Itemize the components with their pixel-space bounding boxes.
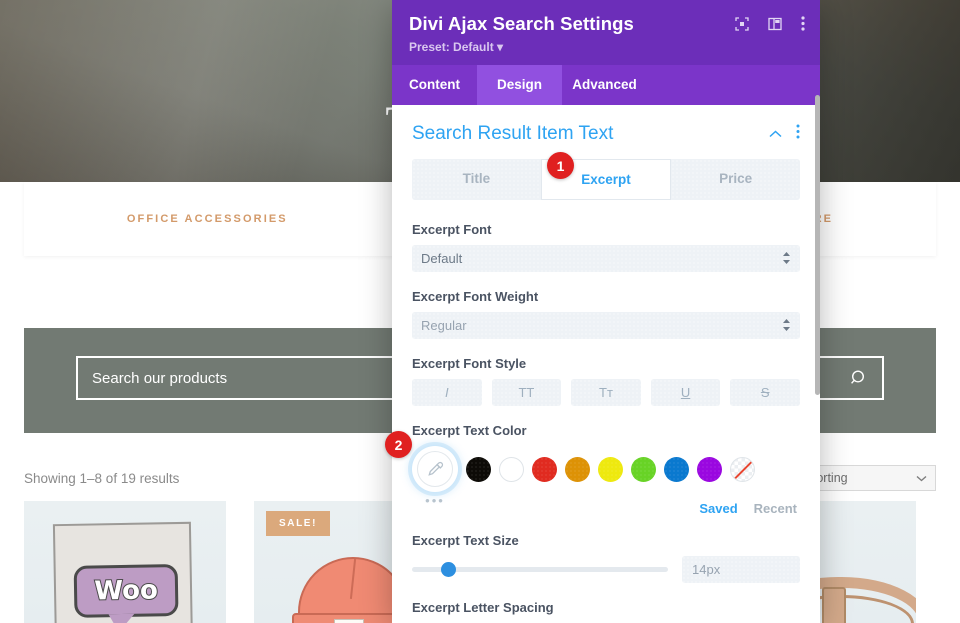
underline-icon[interactable]: U <box>650 379 721 406</box>
excerpt-font-weight-select[interactable]: Regular <box>412 312 800 339</box>
strikethrough-icon[interactable]: S <box>730 379 800 406</box>
swatch-red[interactable] <box>532 456 557 482</box>
more-vertical-icon[interactable] <box>801 16 805 31</box>
tab-advanced[interactable]: Advanced <box>562 65 647 105</box>
more-vertical-icon[interactable] <box>796 124 800 144</box>
section-header-actions <box>769 124 800 144</box>
chevron-down-icon <box>916 471 927 485</box>
woo-bubble-tail <box>108 613 135 623</box>
excerpt-font-field: Excerpt Font Default <box>412 222 800 272</box>
section-title: Search Result Item Text <box>412 123 614 144</box>
beanie-label <box>334 619 364 623</box>
excerpt-font-label: Excerpt Font <box>412 222 492 237</box>
updown-arrows-icon <box>782 318 791 334</box>
recent-colors-tab[interactable]: Recent <box>754 501 797 516</box>
swatch-black[interactable] <box>466 456 491 482</box>
modal-scrollbar[interactable] <box>815 95 820 395</box>
woo-logo-illustration: Woo <box>52 521 194 623</box>
product-card[interactable]: Woo <box>24 501 226 623</box>
color-swatch-row: ••• <box>412 446 800 507</box>
color-more-dots[interactable]: ••• <box>412 494 458 507</box>
swatch-orange[interactable] <box>565 456 590 482</box>
search-icon[interactable] <box>836 369 882 388</box>
excerpt-text-color-label: Excerpt Text Color <box>412 423 527 438</box>
text-size-slider[interactable] <box>412 562 668 577</box>
swatch-blue[interactable] <box>664 456 689 482</box>
split-view-icon[interactable] <box>768 17 782 31</box>
section-header: Search Result Item Text <box>412 123 800 159</box>
uppercase-icon[interactable]: TT <box>491 379 562 406</box>
swatch-none[interactable] <box>730 456 755 482</box>
swatch-white[interactable] <box>499 456 524 482</box>
focus-icon[interactable] <box>735 16 749 31</box>
eyedropper-icon[interactable] <box>417 451 453 487</box>
modal-tabs: Content Design Advanced <box>392 65 820 105</box>
screenshot-root: The Shop Office Accessories Office Suppl… <box>0 0 960 623</box>
swatch-purple[interactable] <box>697 456 722 482</box>
excerpt-text-size-label: Excerpt Text Size <box>412 533 519 548</box>
tab-design[interactable]: Design <box>477 65 562 105</box>
updown-arrows-icon <box>782 251 791 267</box>
modal-body: Search Result Item Text Title Excerpt Pr… <box>392 105 820 623</box>
excerpt-text-size-field: Excerpt Text Size 14px <box>412 533 800 583</box>
excerpt-font-select[interactable]: Default <box>412 245 800 272</box>
saved-colors-tab[interactable]: Saved <box>699 501 737 516</box>
modal-header: Divi Ajax Search Settings Preset: Defaul… <box>392 0 820 65</box>
excerpt-letter-spacing-field: Excerpt Letter Spacing 0px <box>412 600 800 623</box>
preset-selector[interactable]: Preset: Default ▾ <box>409 40 803 54</box>
color-tabs: Saved Recent <box>412 501 800 516</box>
sale-badge: SALE! <box>266 511 330 536</box>
settings-modal: Divi Ajax Search Settings Preset: Defaul… <box>392 0 820 623</box>
text-type-toggle-group: Title Excerpt Price <box>412 159 800 200</box>
excerpt-font-style-field: Excerpt Font Style I TT Tᴛ U S <box>412 356 800 406</box>
excerpt-font-weight-label: Excerpt Font Weight <box>412 289 539 304</box>
excerpt-font-weight-value: Regular <box>421 318 467 333</box>
eyedropper-button[interactable]: ••• <box>412 446 458 507</box>
excerpt-text-color-field: Excerpt Text Color ••• Saved Recent <box>412 423 800 516</box>
toggle-title[interactable]: Title <box>412 159 541 200</box>
capitalize-icon[interactable]: Tᴛ <box>571 379 641 406</box>
belt-loop <box>822 587 846 623</box>
text-size-slider-row: 14px <box>412 556 800 583</box>
modal-header-actions <box>735 16 805 31</box>
results-count: Showing 1–8 of 19 results <box>24 470 180 486</box>
font-style-buttons: I TT Tᴛ U S <box>412 379 800 406</box>
tab-content[interactable]: Content <box>392 65 477 105</box>
toggle-price[interactable]: Price <box>671 159 800 200</box>
woo-bubble-icon: Woo <box>73 564 179 618</box>
swatch-green[interactable] <box>631 456 656 482</box>
chevron-up-icon[interactable] <box>769 125 782 143</box>
annotation-marker-2: 2 <box>385 431 412 458</box>
excerpt-font-value: Default <box>421 251 463 266</box>
nav-item-office-accessories[interactable]: Office Accessories <box>127 213 288 225</box>
text-size-slider-knob[interactable] <box>440 562 456 577</box>
text-size-value[interactable]: 14px <box>682 556 800 583</box>
annotation-marker-1: 1 <box>547 152 574 179</box>
excerpt-font-weight-field: Excerpt Font Weight Regular <box>412 289 800 339</box>
swatch-yellow[interactable] <box>598 456 623 482</box>
excerpt-font-style-label: Excerpt Font Style <box>412 356 527 371</box>
italic-icon[interactable]: I <box>412 379 482 406</box>
excerpt-letter-spacing-label: Excerpt Letter Spacing <box>412 600 554 615</box>
